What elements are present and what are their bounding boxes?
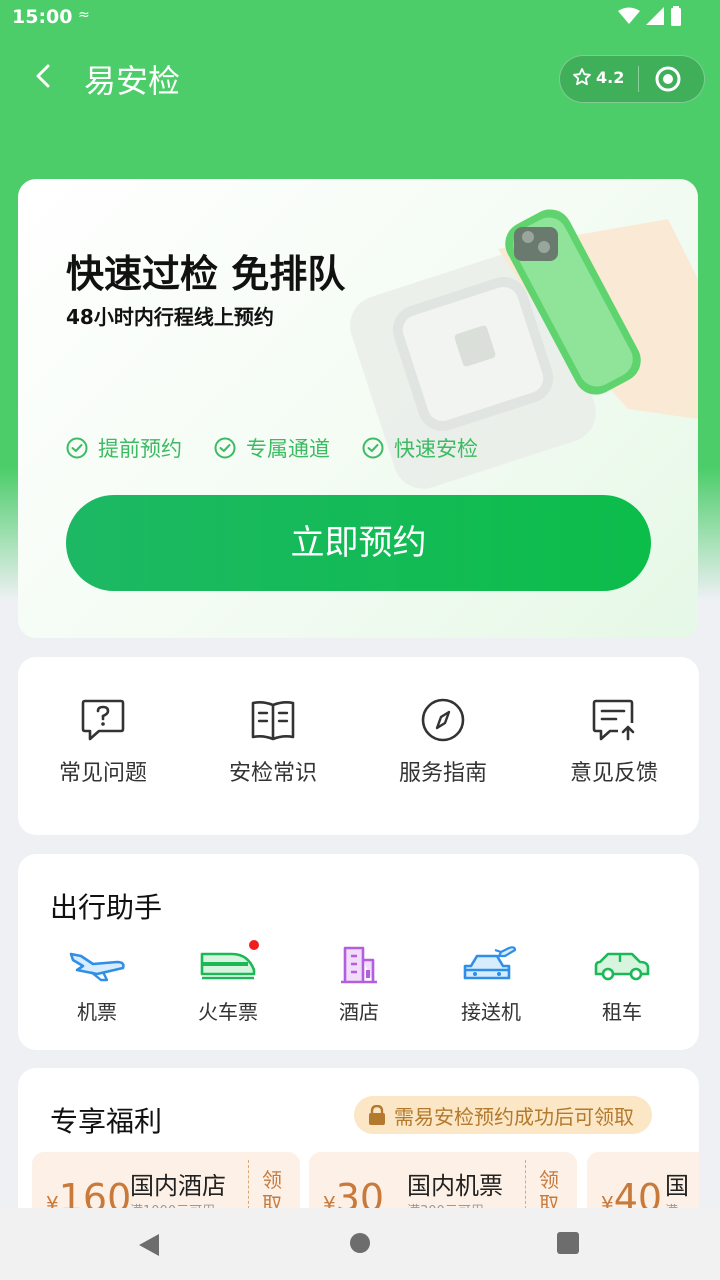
- capsule-divider: [638, 66, 639, 92]
- hotel-icon: [341, 946, 377, 984]
- feature-label: 快速安检: [394, 437, 478, 461]
- book-icon: [251, 701, 295, 741]
- lock-icon: [369, 1105, 385, 1125]
- coupon-title: 国内酒店: [130, 1172, 226, 1200]
- hero-card: 快速过检 免排队 48小时内行程线上预约 提前预约 专属通道 快速安检 立即预约: [18, 179, 698, 638]
- sim-icon: ≈: [78, 7, 90, 23]
- star-icon: [573, 68, 591, 86]
- perks-section-title: 专享福利: [50, 1105, 163, 1138]
- feature-list: 提前预约 专属通道 快速安检: [66, 433, 478, 463]
- coupon-title: 国内机票: [407, 1172, 503, 1200]
- train-icon: [200, 952, 256, 980]
- plane-icon: [69, 952, 125, 982]
- hero-headline: 快速过检 免排队: [66, 252, 346, 296]
- travel-assistant-card: 出行助手 机票 火车票 酒店 接送机 租车: [18, 854, 699, 1050]
- quick-item-label: 服务指南: [398, 761, 487, 786]
- perks-notice-text: 需易安检预约成功后可领取: [394, 1104, 634, 1129]
- quick-item-label: 安检常识: [228, 761, 317, 786]
- notification-dot: [249, 940, 259, 950]
- close-mini-program-button[interactable]: [655, 66, 681, 96]
- travel-item-label: 机票: [77, 1000, 117, 1024]
- system-navigation-bar: [0, 1208, 720, 1280]
- travel-section-title: 出行助手: [50, 891, 163, 924]
- quick-links-card: 常见问题 安检常识 服务指南 意见反馈: [18, 657, 699, 835]
- nav-home-icon[interactable]: [349, 1232, 371, 1254]
- travel-item-label: 火车票: [198, 1000, 258, 1024]
- travel-item-label: 酒店: [339, 1000, 379, 1024]
- target-icon: [655, 66, 681, 92]
- car-icon: [594, 952, 650, 981]
- quick-item-label: 意见反馈: [569, 761, 658, 786]
- feature-item: 快速安检: [362, 433, 478, 463]
- title-bar: 易安检 4.2: [0, 50, 720, 103]
- mini-program-capsule: 4.2: [559, 55, 705, 103]
- quick-item-security-knowledge[interactable]: 安检常识: [203, 697, 343, 787]
- check-circle-icon: [214, 437, 236, 459]
- quick-item-feedback[interactable]: 意见反馈: [544, 697, 684, 787]
- battery-icon: [671, 6, 681, 26]
- feature-label: 专属通道: [246, 437, 330, 461]
- quick-item-faq[interactable]: 常见问题: [33, 697, 173, 787]
- quick-item-service-guide[interactable]: 服务指南: [373, 697, 513, 787]
- hero-subtitle: 48小时内行程线上预约: [66, 305, 274, 329]
- question-icon: [81, 699, 125, 741]
- wifi-icon: [618, 7, 640, 24]
- back-button[interactable]: [28, 58, 58, 94]
- travel-item-car-rental[interactable]: 租车: [567, 944, 677, 1025]
- travel-item-label: 接送机: [461, 1000, 521, 1024]
- compass-icon: [421, 698, 465, 742]
- rating-button[interactable]: 4.2: [572, 67, 624, 87]
- feature-label: 提前预约: [98, 437, 182, 461]
- travel-item-flight[interactable]: 机票: [42, 944, 152, 1025]
- chevron-left-icon: [36, 64, 50, 88]
- perks-notice-badge: 需易安检预约成功后可领取: [354, 1096, 652, 1134]
- feedback-icon: [592, 699, 635, 741]
- check-circle-icon: [362, 437, 384, 459]
- coupon-title: 国: [665, 1172, 689, 1200]
- travel-item-airport-transfer[interactable]: 接送机: [436, 944, 546, 1025]
- status-time: 15:00: [12, 6, 73, 28]
- feature-item: 提前预约: [66, 433, 182, 463]
- rating-value: 4.2: [596, 67, 625, 87]
- travel-item-train[interactable]: 火车票: [173, 940, 283, 1025]
- nav-recents-icon[interactable]: [557, 1232, 579, 1254]
- nav-back-icon[interactable]: [137, 1232, 161, 1258]
- travel-item-label: 租车: [602, 1000, 642, 1024]
- feature-item: 专属通道: [214, 433, 330, 463]
- airport-car-icon: [463, 946, 517, 980]
- check-circle-icon: [66, 437, 88, 459]
- signal-icon: [646, 7, 664, 25]
- book-now-button[interactable]: 立即预约: [66, 495, 651, 591]
- quick-item-label: 常见问题: [58, 761, 147, 786]
- page-title: 易安检: [84, 62, 181, 100]
- travel-item-hotel[interactable]: 酒店: [304, 944, 414, 1025]
- status-icons: [618, 6, 682, 26]
- status-bar: 15:00 ≈: [0, 0, 720, 36]
